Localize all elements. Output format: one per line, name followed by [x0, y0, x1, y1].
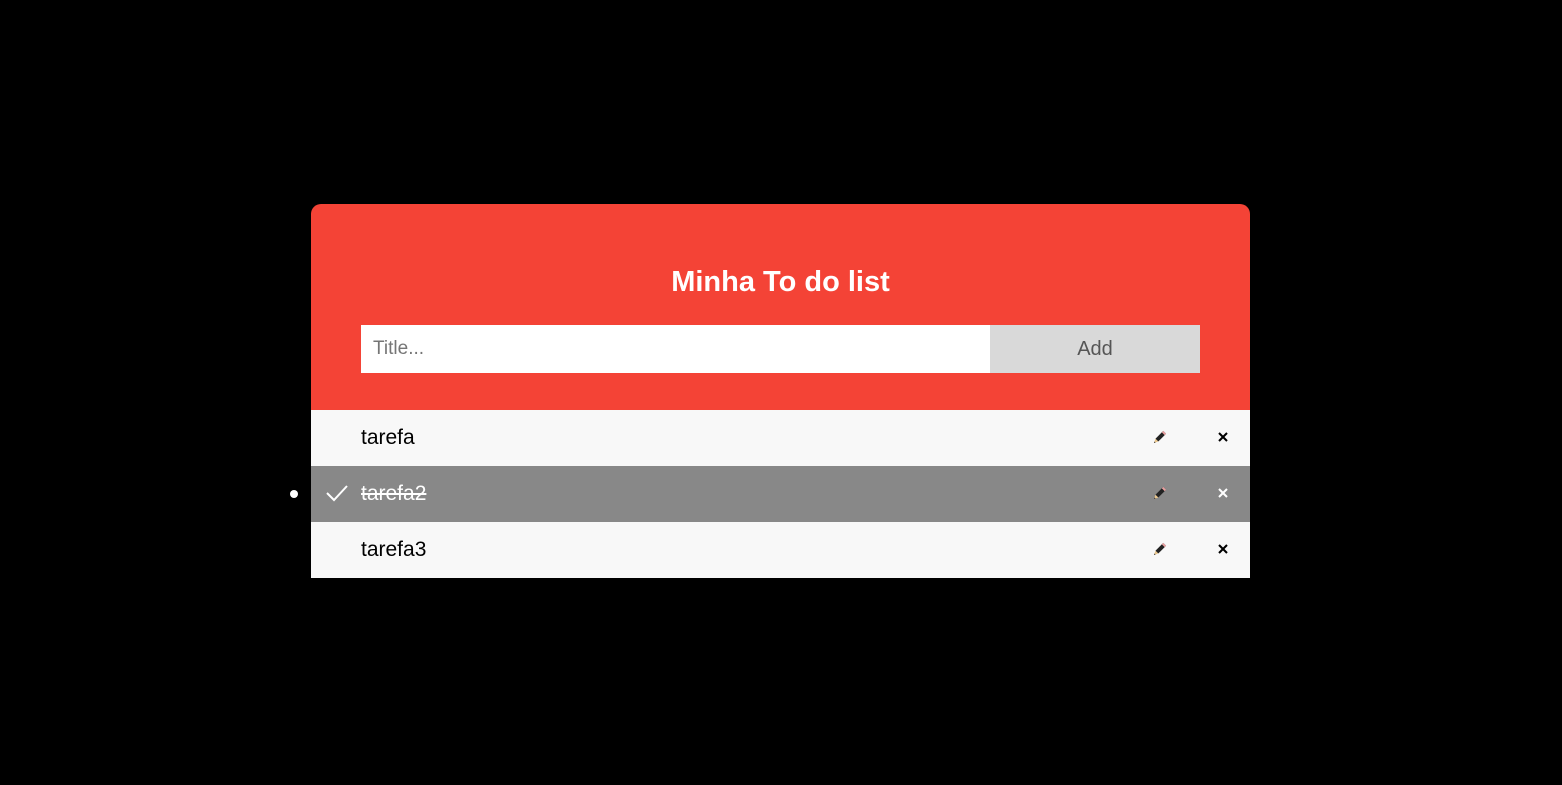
todo-label: tarefa — [361, 426, 415, 449]
add-task-form: Add — [361, 325, 1200, 373]
add-button[interactable]: Add — [990, 325, 1200, 373]
page-title: Minha To do list — [671, 266, 890, 298]
list-item[interactable]: tarefa — [311, 410, 1250, 466]
list-bullet — [290, 490, 298, 498]
title-input[interactable] — [361, 325, 990, 373]
pencil-icon[interactable] — [1151, 542, 1167, 558]
todo-list: tarefa tarefa2 tarefa3 — [290, 410, 1250, 578]
close-icon[interactable] — [1215, 541, 1231, 557]
close-icon[interactable] — [1215, 429, 1231, 445]
pencil-icon[interactable] — [1151, 430, 1167, 446]
todo-app: Minha To do list Add tarefa — [290, 204, 1250, 578]
todo-label: tarefa2 — [361, 482, 427, 505]
list-item[interactable]: tarefa3 — [311, 522, 1250, 578]
check-icon — [326, 485, 348, 502]
close-icon[interactable] — [1215, 485, 1231, 501]
todo-label: tarefa3 — [361, 538, 427, 561]
list-item[interactable]: tarefa2 — [290, 466, 1250, 522]
header: Minha To do list Add — [311, 204, 1250, 410]
pencil-icon[interactable] — [1151, 486, 1167, 502]
